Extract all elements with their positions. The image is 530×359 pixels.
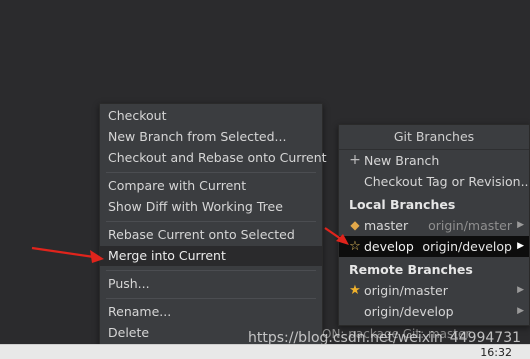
annotation-arrow-icon: [31, 246, 104, 263]
branch-item-develop[interactable]: ☆ develop origin/develop ▶: [339, 236, 529, 257]
menu-item-rename[interactable]: Rename...: [100, 302, 322, 322]
checkout-tag-action[interactable]: Checkout Tag or Revision...: [339, 171, 529, 192]
submenu-arrow-icon: ▶: [517, 285, 524, 295]
menu-item-push[interactable]: Push...: [100, 274, 322, 294]
star-icon: ★: [349, 283, 361, 298]
menu-item-checkout-and-rebase[interactable]: Checkout and Rebase onto Current: [100, 148, 327, 168]
os-taskbar: 16:32: [0, 344, 530, 359]
tracking-branch: origin/develop: [422, 239, 512, 254]
tracking-branch: origin/master: [428, 218, 512, 233]
menu-item-checkout[interactable]: Checkout: [100, 106, 322, 126]
branch-name: master: [364, 218, 409, 233]
plus-icon: +: [349, 152, 361, 168]
menu-separator: [106, 298, 316, 299]
branch-name: develop: [364, 239, 414, 254]
branch-item-origin-develop[interactable]: origin/develop ▶: [339, 301, 529, 322]
submenu-arrow-icon: ▶: [517, 306, 524, 316]
branch-item-origin-master[interactable]: ★ origin/master ▶: [339, 280, 529, 301]
menu-item-compare-with-current[interactable]: Compare with Current: [100, 176, 322, 196]
menu-item-show-diff[interactable]: Show Diff with Working Tree: [100, 197, 322, 217]
local-branches-header: Local Branches: [349, 197, 456, 212]
annotation-arrow-icon: [324, 227, 349, 245]
menu-item-rebase-current[interactable]: Rebase Current onto Selected: [100, 225, 322, 245]
submenu-arrow-icon: ▶: [517, 220, 524, 230]
new-branch-action[interactable]: + New Branch: [339, 150, 529, 171]
menu-item-merge-into-current[interactable]: Merge into Current: [100, 246, 322, 266]
taskbar-clock: 16:32: [480, 346, 512, 359]
git-branches-popup: Git Branches + New Branch Checkout Tag o…: [338, 124, 530, 326]
popup-title: Git Branches: [339, 125, 529, 150]
branch-name: origin/master: [364, 283, 448, 298]
submenu-arrow-icon: ▶: [517, 241, 524, 251]
menu-item-new-branch-from-selected[interactable]: New Branch from Selected...: [100, 127, 322, 147]
menu-separator: [106, 221, 316, 222]
branch-name: origin/develop: [364, 304, 454, 319]
new-branch-label: New Branch: [364, 153, 440, 168]
menu-separator: [106, 172, 316, 173]
branch-context-menu: Checkout New Branch from Selected... Che…: [99, 103, 327, 349]
menu-separator: [106, 270, 316, 271]
remote-branches-header: Remote Branches: [349, 262, 473, 277]
branch-item-master[interactable]: ◆ master origin/master ▶: [339, 215, 529, 236]
checkout-tag-label: Checkout Tag or Revision...: [364, 174, 530, 189]
